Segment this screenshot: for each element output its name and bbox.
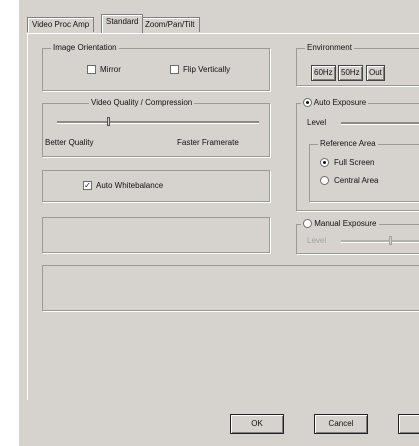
- video-quality-title: Video Quality / Compression: [89, 98, 195, 107]
- manual-exposure-radio[interactable]: [303, 219, 312, 229]
- mirror-label: Mirror: [100, 65, 121, 74]
- central-area-radio[interactable]: [320, 176, 329, 185]
- tab-panel: Image Orientation Mirror Flip Vertically…: [27, 33, 419, 400]
- manual-exposure-legend: Manual Exposure: [301, 219, 379, 229]
- auto-exposure-level-label: Level: [307, 118, 327, 127]
- image-orientation-group: Image Orientation Mirror Flip Vertically: [42, 43, 270, 91]
- auto-exposure-legend: Auto Exposure: [301, 98, 369, 108]
- empty-panel-2: [42, 265, 419, 311]
- manual-exposure-level-track: [341, 240, 419, 243]
- manual-exposure-level-label: Level: [307, 236, 327, 245]
- 50hz-button[interactable]: 50Hz: [338, 65, 363, 81]
- flip-vertically-checkbox[interactable]: [170, 65, 179, 74]
- full-screen-label: Full Screen: [334, 158, 375, 167]
- video-quality-slider-track: [57, 121, 259, 124]
- empty-panel-1: [42, 217, 270, 253]
- cancel-button[interactable]: Cancel: [314, 414, 368, 434]
- flip-vertically-label: Flip Vertically: [183, 65, 231, 74]
- video-quality-slider-thumb[interactable]: [106, 117, 110, 126]
- manual-exposure-level-thumb: [389, 236, 392, 245]
- environment-title: Environment: [305, 43, 354, 52]
- video-quality-group: Video Quality / Compression Better Quali…: [42, 98, 270, 157]
- reference-area-title: Reference Area: [318, 139, 378, 148]
- outdoor-button[interactable]: Out: [366, 65, 385, 81]
- tab-standard[interactable]: Standard: [101, 14, 144, 33]
- reference-area-group: Reference Area Full Screen Central Area: [309, 139, 419, 202]
- auto-whitebalance-group: ✓ Auto Whitebalance: [42, 170, 270, 202]
- tab-video-proc-amp[interactable]: Video Proc Amp: [27, 17, 95, 32]
- manual-exposure-label: Manual Exposure: [314, 219, 377, 228]
- ok-button[interactable]: OK: [230, 414, 284, 434]
- auto-exposure-radio[interactable]: [303, 98, 312, 108]
- apply-button-partial[interactable]: [398, 414, 419, 434]
- window-left-edge: [0, 0, 19, 446]
- auto-whitebalance-label: Auto Whitebalance: [96, 181, 164, 190]
- better-quality-label: Better Quality: [45, 138, 94, 147]
- manual-exposure-group: Manual Exposure Level: [296, 219, 419, 254]
- faster-framerate-label: Faster Framerate: [177, 138, 239, 147]
- tab-zoom-pan-tilt[interactable]: Zoom/Pan/Tilt: [140, 17, 200, 32]
- mirror-checkbox[interactable]: [87, 65, 96, 74]
- full-screen-radio[interactable]: [320, 158, 329, 167]
- 60hz-button[interactable]: 60Hz: [311, 65, 336, 81]
- auto-exposure-level-track: [341, 122, 419, 125]
- auto-exposure-label: Auto Exposure: [313, 98, 367, 107]
- auto-whitebalance-checkbox[interactable]: ✓: [83, 181, 92, 190]
- image-orientation-title: Image Orientation: [51, 43, 119, 52]
- central-area-label: Central Area: [334, 176, 379, 185]
- auto-exposure-group: Auto Exposure Level Reference Area Full …: [296, 98, 419, 211]
